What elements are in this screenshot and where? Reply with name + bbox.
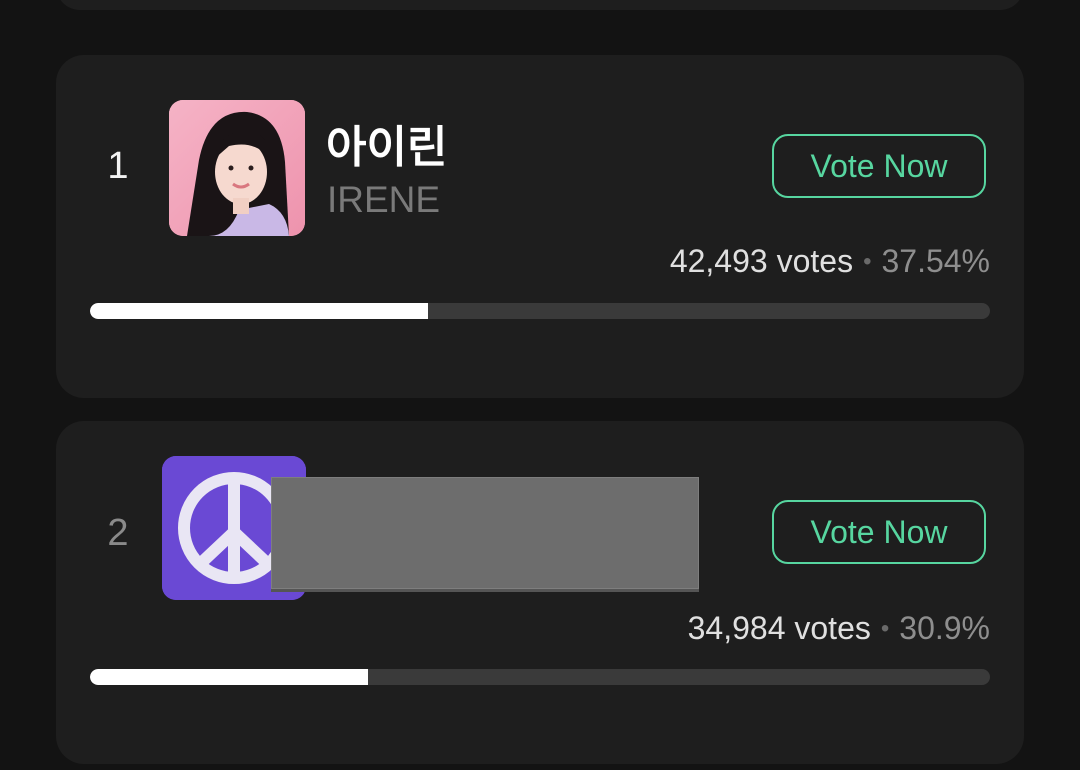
- previous-card-edge: [56, 0, 1024, 10]
- vote-now-button[interactable]: Vote Now: [772, 134, 986, 198]
- candidate-subname: IRENE: [327, 179, 441, 220]
- vote-count: 34,984 votes: [687, 610, 871, 646]
- separator-dot: •: [863, 248, 872, 275]
- portrait-image: [169, 100, 305, 236]
- redacted-name-block: [271, 477, 699, 589]
- vote-percent: 37.54%: [881, 243, 990, 279]
- progress-bar: [90, 303, 990, 319]
- rank-number: 1: [107, 145, 129, 187]
- vote-stats: 34,984 votes • 30.9%: [688, 610, 990, 647]
- progress-fill: [90, 303, 428, 319]
- candidate-card-2: 2 Vote Now 34,984 votes • 30.9%: [56, 421, 1024, 764]
- vote-count: 42,493 votes: [669, 243, 854, 279]
- progress-bar: [90, 669, 990, 685]
- vote-now-button[interactable]: Vote Now: [772, 500, 986, 564]
- avatar[interactable]: [169, 100, 305, 236]
- vote-percent: 30.9%: [899, 610, 990, 646]
- rank-number: 2: [107, 512, 129, 554]
- vote-stats: 42,493 votes • 37.54%: [670, 243, 990, 280]
- progress-fill: [90, 669, 369, 685]
- candidate-card-1: 1 아이린 IRENE Vote Now 42,493 votes • 37.54%: [56, 55, 1024, 398]
- separator-dot: •: [880, 615, 890, 642]
- candidate-name: 아이린: [326, 122, 448, 173]
